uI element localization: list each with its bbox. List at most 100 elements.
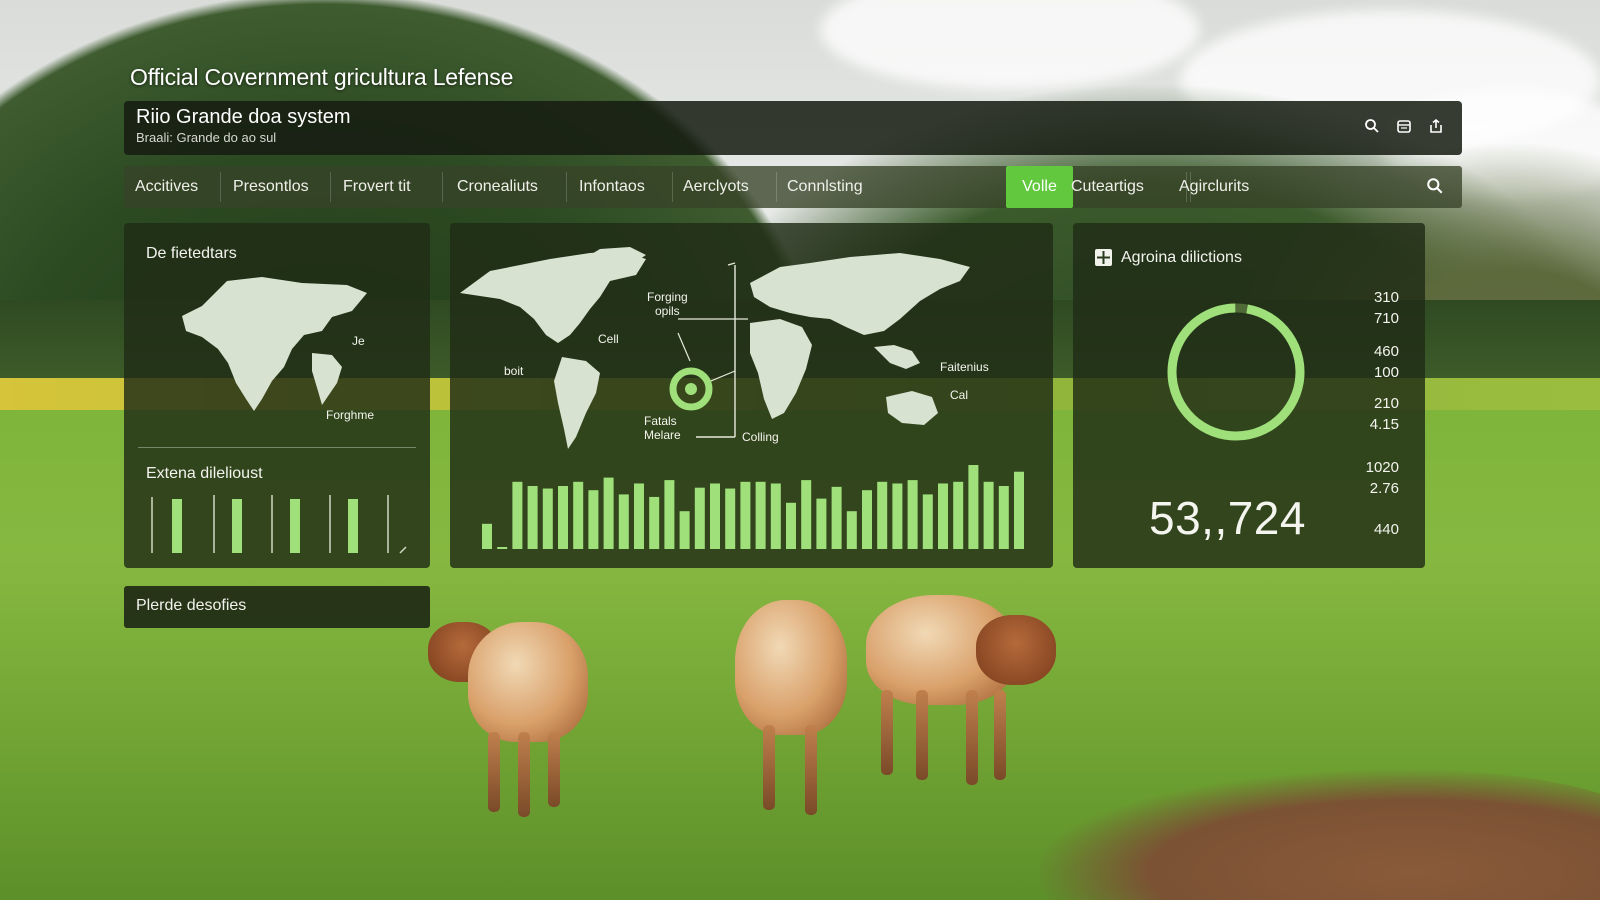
page-title: Riio Grande doa system [136,106,351,128]
chart-bar [816,498,827,549]
chart-bar [588,490,599,549]
regional-map-panel: De fietedtars Je Forghme Extena dileliou… [124,223,430,568]
panel-title: Extena dilelioust [146,465,263,482]
chart-bar [725,488,736,549]
map-label: boit [504,364,524,378]
chart-bar [527,486,538,549]
legend-value: 100 [1373,364,1399,381]
nav-item-cuteartigs[interactable]: Cuteartigs [1060,166,1155,208]
map-label: Faitenius [940,360,989,374]
chart-bar [573,481,584,549]
chart-bar [679,511,690,549]
chart-bar [710,483,720,549]
chart-bar [831,486,842,549]
footer-panel[interactable]: Plerde desofies [124,586,430,628]
map-label: Cal [950,388,969,402]
nav-item-presontlos[interactable]: Presontlos [222,166,320,208]
map-label: Fatals Melare [644,414,681,442]
divider [138,447,416,448]
mini-bar [290,499,300,553]
chart-bar [953,481,964,549]
nav-item-cronealiuts[interactable]: Cronealiuts [446,166,549,208]
cow [866,595,1066,795]
chart-bar [512,481,523,549]
legend-value: 1020 [1365,459,1399,476]
calendar-icon[interactable] [1394,116,1414,136]
legend-value: 460 [1373,343,1399,360]
chart-bar [497,547,508,549]
legend-value: 210 [1373,395,1399,412]
nav-separator [566,172,567,202]
nav-item-frovert[interactable]: Frovert tit [332,166,422,208]
cow [428,612,608,822]
legend-value: 440 [1373,521,1399,538]
total-count: 53,,724 [1149,492,1306,544]
search-icon[interactable] [1426,177,1446,197]
map-label: Forging opils [647,290,688,318]
map-label: Je [352,334,365,348]
chart-bar [482,523,492,549]
donut-arc [1167,303,1305,441]
chart-bar [664,480,675,549]
chart-bar [877,481,888,549]
nav-separator [330,172,331,202]
mini-bar [232,499,242,553]
share-icon[interactable] [1426,116,1446,136]
chart-bar [968,465,979,549]
chart-bar [634,483,644,549]
nav-item-agirclurits[interactable]: Agirclurits [1168,166,1260,208]
chart-bar [649,496,660,549]
search-icon[interactable] [1362,116,1382,136]
chart-bar [755,481,766,549]
page-subtitle: Braali: Grande do ao sul [136,130,277,145]
chart-bar [1014,471,1024,549]
grid-icon [1095,249,1112,266]
chart-bar [922,494,933,549]
nav-item-connlsting[interactable]: Connlsting [776,166,874,208]
donut-chart [1167,303,1305,441]
nav-separator [220,172,221,202]
chart-bar [770,483,781,549]
nav-item-infontaos[interactable]: Infontaos [568,166,656,208]
chart-bar [801,480,812,549]
map-label: Cell [598,332,619,346]
americas-map [182,277,367,411]
panel-title: De fietedtars [146,245,237,262]
nav-item-accitives[interactable]: Accitives [124,166,209,208]
map-label: Colling [742,430,779,444]
legend-value: 4.15 [1369,416,1399,433]
legend-value: 2.76 [1369,480,1399,497]
activity-bar-chart [482,465,1024,549]
footer-label: Plerde desofies [136,597,247,614]
nav-item-aerclyots[interactable]: Aerclyots [672,166,760,208]
chart-bar [998,486,1009,549]
chart-bar [938,483,948,549]
map-label: Forghme [326,408,375,422]
world-map [460,247,970,449]
chart-bar [618,494,629,549]
chart-bar [983,481,994,549]
directions-panel: Agroina dilictions 310 710 460 100 210 4… [1073,223,1425,568]
legend-value: 710 [1373,310,1399,327]
legend-value: 310 [1373,289,1399,306]
mini-bar-chart [151,495,407,554]
header-bar: Riio Grande doa system Braali: Grande do… [124,101,1462,155]
nav-separator [442,172,443,202]
chart-bar [558,486,568,549]
chart-bar [603,477,614,549]
main-nav: Accitives Presontlos Frovert tit Croneal… [124,166,1462,208]
chart-bar [786,502,796,549]
mini-bar [172,499,182,553]
mini-bar [348,499,358,553]
chart-bar [542,488,553,549]
panel-title: Agroina dilictions [1121,249,1242,266]
chart-bar [892,483,903,549]
chart-bar [740,481,751,549]
chart-bar [846,511,857,549]
window-title: Official Covernment gricultura Lefense [130,64,514,90]
world-map-panel: Forging opils Cell boit Fatals Melare Co… [450,223,1053,568]
cow [735,600,855,820]
chart-bar [862,490,872,549]
chart-bar [907,480,918,549]
chart-bar [694,487,705,549]
